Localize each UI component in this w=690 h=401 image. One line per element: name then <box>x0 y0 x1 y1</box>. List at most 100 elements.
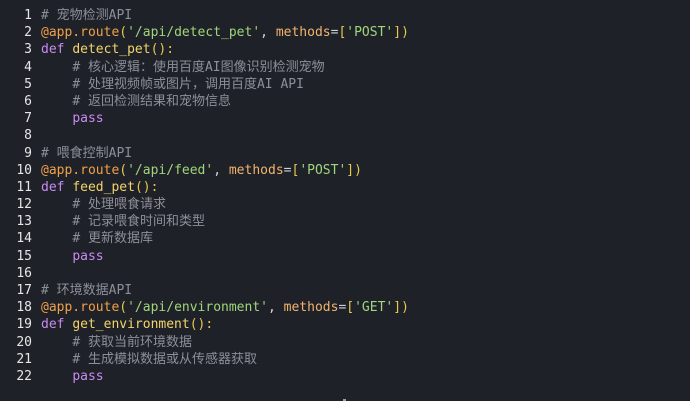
line-code: pass <box>41 248 104 265</box>
code-line[interactable]: 21 # 生成模拟数据或从传感器获取 <box>0 351 690 368</box>
line-number: 21 <box>16 351 32 367</box>
line-code: # 更新数据库 <box>41 230 153 247</box>
line-number: 20 <box>16 334 32 350</box>
code-token: @app.route <box>41 300 120 316</box>
code-token: 'POST' <box>346 25 394 41</box>
line-code: pass <box>41 110 104 127</box>
line-number: 4 <box>24 59 32 75</box>
code-line[interactable]: 20 # 获取当前环境数据 <box>0 334 690 351</box>
code-token: feed_pet <box>72 179 135 195</box>
code-line[interactable]: 18 @app.route('/api/environment', methods… <box>0 299 690 316</box>
code-token: # 环境数据API <box>41 283 133 298</box>
code-line[interactable]: 14 # 更新数据库 <box>0 230 690 247</box>
code-token: ( <box>119 162 128 178</box>
line-number: 7 <box>24 111 32 127</box>
code-token: ( <box>119 300 128 316</box>
line-number: 17 <box>16 283 32 298</box>
line-code: # 核心逻辑：使用百度AI图像识别检测宠物 <box>41 59 325 76</box>
code-token: 'GET' <box>354 300 394 316</box>
line-number: 9 <box>24 145 32 161</box>
line-number: 6 <box>24 93 32 109</box>
code-line[interactable]: 9 # 喂食控制API <box>0 145 690 162</box>
line-number: 13 <box>16 214 32 230</box>
line-number: 19 <box>16 317 32 333</box>
line-code: @app.route('/api/environment', methods=[… <box>41 299 409 316</box>
line-code: pass <box>41 368 103 385</box>
code-token: methods <box>275 25 331 41</box>
code-line[interactable]: 19 def get_environment(): <box>0 316 690 333</box>
line-code: @app.route('/api/feed', methods=['POST']… <box>41 162 362 179</box>
code-line[interactable]: 13 # 记录喂食时间和类型 <box>0 213 690 230</box>
code-line[interactable]: 22 pass <box>0 368 690 385</box>
code-token: , <box>213 162 229 178</box>
code-token: @app.route <box>41 25 120 41</box>
line-number: 5 <box>24 76 32 92</box>
code-token: @app.route <box>41 162 120 178</box>
code-token: # 核心逻辑：使用百度AI图像识别检测宠物 <box>72 59 325 75</box>
code-line[interactable]: 1 # 宠物检测API <box>0 7 690 24</box>
code-line[interactable]: 16 <box>0 265 690 282</box>
line-code: # 返回检测结果和宠物信息 <box>41 93 231 110</box>
code-token: ] <box>393 25 402 41</box>
line-code: # 生成模拟数据或从传感器获取 <box>41 351 257 368</box>
code-lines[interactable]: 1 # 宠物检测API 2 @app.route('/api/detect_pet',… <box>0 7 690 385</box>
code-line[interactable]: 3 def detect_pet(): <box>0 41 690 58</box>
code-token: '/api/detect_pet' <box>127 25 261 41</box>
code-token: , <box>268 300 284 316</box>
line-number: 8 <box>24 128 32 144</box>
code-editor[interactable]: 1 # 宠物检测API 2 @app.route('/api/detect_pet',… <box>0 0 690 401</box>
code-token: # 更新数据库 <box>72 231 153 247</box>
code-line[interactable]: 10 @app.route('/api/feed', methods=['POST… <box>0 162 690 179</box>
line-code: def detect_pet(): <box>41 41 174 58</box>
code-token: pass <box>72 248 104 264</box>
code-line[interactable]: 11 def feed_pet(): <box>0 179 690 196</box>
line-number: 12 <box>16 197 32 213</box>
code-token: def <box>41 179 73 195</box>
line-number: 16 <box>16 265 32 281</box>
line-number: 15 <box>16 248 32 264</box>
code-line[interactable]: 4 # 核心逻辑：使用百度AI图像识别检测宠物 <box>0 59 690 76</box>
code-token: pass <box>72 111 104 127</box>
code-token: # 喂食控制API <box>41 145 133 161</box>
code-token: '/api/environment' <box>127 300 268 316</box>
code-token: (): <box>150 42 175 58</box>
line-code: def feed_pet(): <box>41 179 158 196</box>
code-token: [ <box>346 300 355 316</box>
code-line[interactable]: 7 pass <box>0 110 690 127</box>
line-code: # 处理喂食请求 <box>41 196 166 213</box>
line-number: 18 <box>16 300 32 316</box>
code-line[interactable]: 17 # 环境数据API <box>0 282 690 299</box>
code-line[interactable]: 5 # 处理视频帧或图片，调用百度AI API <box>0 76 690 93</box>
line-code: # 获取当前环境数据 <box>41 334 192 351</box>
code-token: # 返回检测结果和宠物信息 <box>72 93 231 109</box>
code-token: ( <box>119 25 128 41</box>
code-token: , <box>260 25 276 41</box>
code-token: get_environment <box>72 317 190 333</box>
code-line[interactable]: 15 pass <box>0 248 690 265</box>
code-token: methods <box>283 300 339 316</box>
code-line[interactable]: 8 <box>0 127 690 144</box>
line-number: 10 <box>16 162 32 178</box>
code-token: (): <box>134 179 159 195</box>
line-number: 2 <box>24 25 32 41</box>
code-line[interactable]: 12 # 处理喂食请求 <box>0 196 690 213</box>
code-token: methods <box>228 162 284 178</box>
code-line[interactable]: 2 @app.route('/api/detect_pet', methods=[… <box>0 24 690 41</box>
line-code: # 记录喂食时间和类型 <box>41 213 205 230</box>
line-code: def get_environment(): <box>41 316 213 333</box>
code-token: # 获取当前环境数据 <box>72 334 192 350</box>
code-line[interactable]: 6 # 返回检测结果和宠物信息 <box>0 93 690 110</box>
code-token: # 记录喂食时间和类型 <box>72 214 205 230</box>
code-token: # 处理喂食请求 <box>72 197 166 213</box>
code-token: (): <box>189 317 214 333</box>
code-token: ] <box>393 300 402 316</box>
